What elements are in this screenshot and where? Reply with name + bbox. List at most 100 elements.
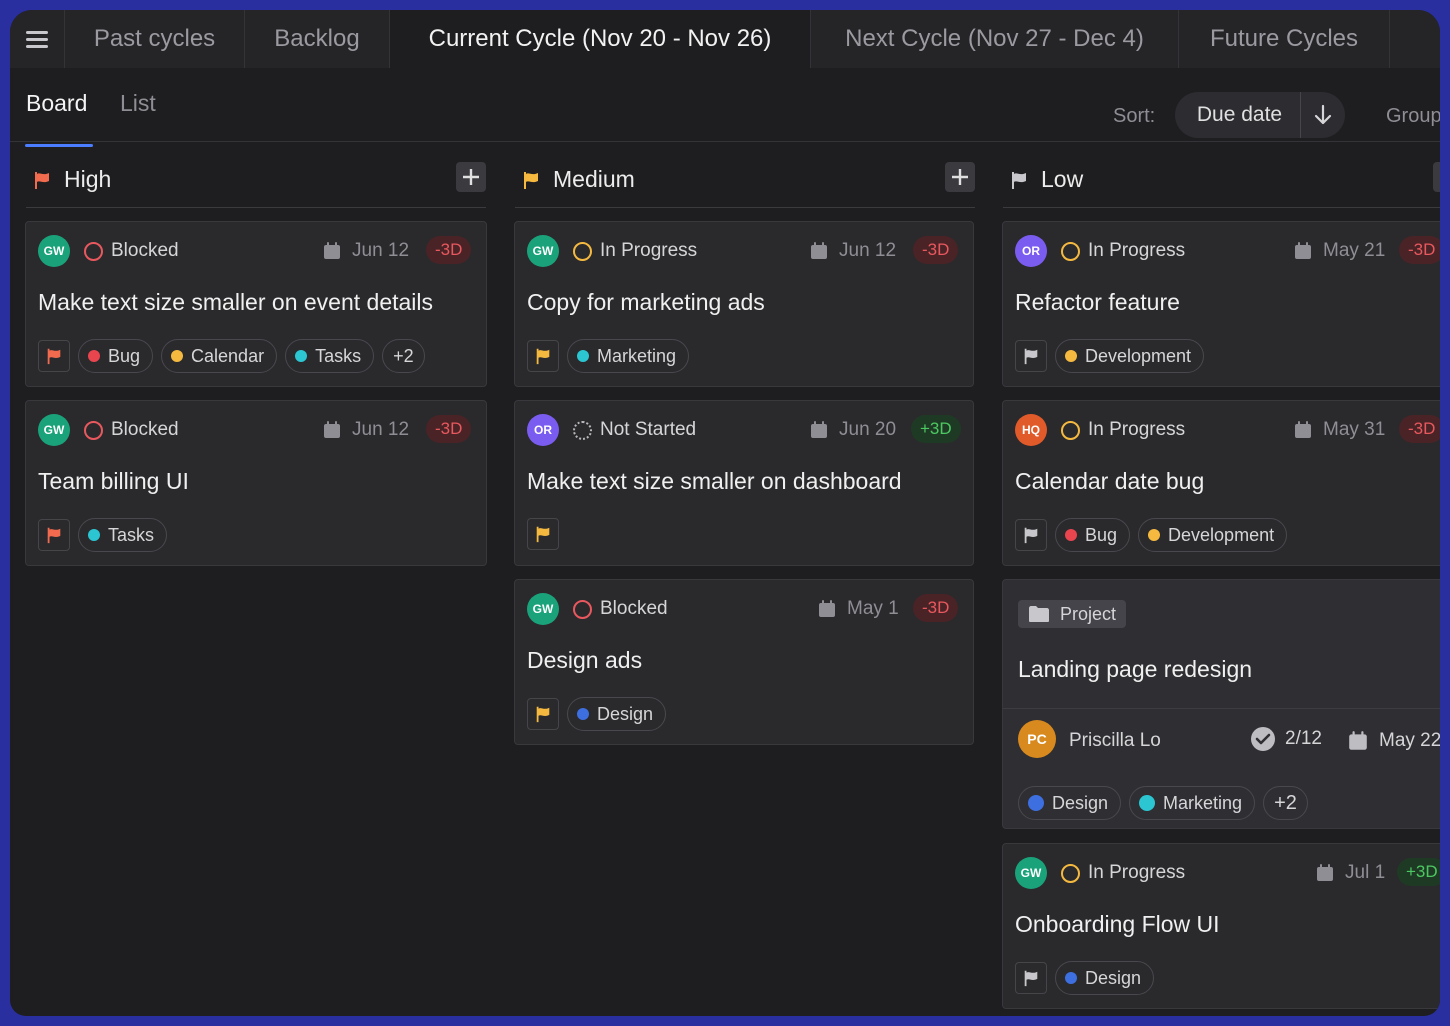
priority-button[interactable] <box>38 340 70 372</box>
cycle-tabs: Past cycles Backlog Current Cycle (Nov 2… <box>10 10 1440 68</box>
arrow-down-icon <box>1314 104 1332 125</box>
column-header-low: Low <box>1003 158 1440 208</box>
in-progress-icon <box>1061 420 1080 440</box>
sort-select[interactable]: Due date <box>1175 103 1300 127</box>
due-date-label: Jun 12 <box>352 419 410 440</box>
priority-button[interactable] <box>1015 340 1047 372</box>
check-circle-icon <box>1251 727 1275 751</box>
priority-button[interactable] <box>38 519 70 551</box>
task-card[interactable]: GW In Progress Jul 1 +3D Onboarding Flow… <box>1002 843 1440 1009</box>
due-date: May 21 <box>1293 240 1385 262</box>
task-card[interactable]: OR Not Started Jun 20 +3D Make text size… <box>514 400 974 566</box>
flag-icon <box>1022 526 1040 544</box>
status-label: In Progress <box>1088 419 1186 440</box>
avatar: GW <box>527 235 559 267</box>
card-title: Landing page redesign <box>1018 656 1253 682</box>
status-label: In Progress <box>1088 240 1186 261</box>
status: Blocked <box>84 419 179 441</box>
card-title: Make text size smaller on event details <box>38 289 434 315</box>
more-tags-button[interactable]: +2 <box>382 339 425 373</box>
add-card-button[interactable] <box>1433 162 1440 192</box>
owner-name: Priscilla Lo <box>1069 730 1161 751</box>
tag-marketing[interactable]: Marketing <box>1129 786 1256 820</box>
more-tags-button[interactable]: +2 <box>1263 786 1308 820</box>
column-header-medium: Medium <box>515 158 975 208</box>
avatar: GW <box>38 414 70 446</box>
tag-tasks[interactable]: Tasks <box>78 518 168 552</box>
card-tags: Design Marketing +2 <box>1018 786 1308 820</box>
task-card[interactable]: GW Blocked Jun 12 -3D Make text size sma… <box>25 221 487 387</box>
due-date: Jun 12 <box>322 419 409 441</box>
tag-design[interactable]: Design <box>1055 961 1155 995</box>
tag-marketing[interactable]: Marketing <box>567 339 690 373</box>
tag-development[interactable]: Development <box>1055 339 1205 373</box>
flag-icon <box>1022 347 1040 365</box>
status: Blocked <box>84 240 179 262</box>
flag-icon <box>32 170 52 190</box>
status-label: Blocked <box>111 419 179 440</box>
due-date-label: May 31 <box>1323 419 1386 440</box>
avatar: HQ <box>1015 414 1047 446</box>
sort-direction-button[interactable] <box>1301 104 1345 126</box>
tag-tasks[interactable]: Tasks <box>285 339 375 373</box>
task-card[interactable]: OR In Progress May 21 -3D Refactor featu… <box>1002 221 1440 387</box>
tab-future-cycles[interactable]: Future Cycles <box>1179 10 1390 68</box>
status-label: In Progress <box>600 240 698 261</box>
card-tags: Bug Development <box>1015 518 1288 552</box>
calendar-icon <box>1293 420 1313 440</box>
add-card-button[interactable] <box>456 162 486 192</box>
avatar: GW <box>38 235 70 267</box>
tab-current-cycle[interactable]: Current Cycle (Nov 20 - Nov 26) <box>390 10 811 68</box>
in-progress-icon <box>573 241 592 261</box>
due-date: May 22 <box>1347 730 1440 752</box>
calendar-icon <box>322 420 342 440</box>
calendar-icon <box>1315 863 1335 883</box>
hamburger-icon <box>26 31 48 48</box>
priority-button[interactable] <box>527 340 559 372</box>
priority-button[interactable] <box>527 698 559 730</box>
flag-icon <box>534 525 552 543</box>
avatar: OR <box>527 414 559 446</box>
task-card[interactable]: HQ In Progress May 31 -3D Calendar date … <box>1002 400 1440 566</box>
tag-development[interactable]: Development <box>1138 518 1288 552</box>
tag-bug[interactable]: Bug <box>78 339 154 373</box>
card-tags: Development <box>1015 339 1205 373</box>
menu-button[interactable] <box>10 10 65 68</box>
due-date: Jul 1 <box>1315 862 1385 884</box>
add-card-button[interactable] <box>945 162 975 192</box>
due-date: Jun 12 <box>809 240 896 262</box>
flag-icon <box>45 347 63 365</box>
view-tab-list[interactable]: List <box>120 90 156 117</box>
divider <box>1003 708 1440 709</box>
card-title: Calendar date bug <box>1015 468 1205 494</box>
priority-button[interactable] <box>1015 962 1047 994</box>
view-tab-board[interactable]: Board <box>26 90 87 117</box>
column-title: Low <box>1041 166 1084 192</box>
card-tags: Design <box>527 697 667 731</box>
tab-past-cycles[interactable]: Past cycles <box>65 10 245 68</box>
card-tags: Bug Calendar Tasks +2 <box>38 339 425 373</box>
overdue-badge: -3D <box>426 415 472 443</box>
due-date-label: May 22 <box>1379 730 1440 751</box>
task-card[interactable]: GW Blocked May 1 -3D Design ads Design <box>514 579 974 745</box>
calendar-icon <box>1293 241 1313 261</box>
tag-calendar[interactable]: Calendar <box>161 339 278 373</box>
column-title: Medium <box>553 166 635 192</box>
due-date: May 1 <box>817 598 899 620</box>
priority-button[interactable] <box>527 518 559 550</box>
priority-button[interactable] <box>1015 519 1047 551</box>
tag-design[interactable]: Design <box>1018 786 1122 820</box>
tab-backlog[interactable]: Backlog <box>245 10 390 68</box>
status-label: Blocked <box>600 598 668 619</box>
tag-design[interactable]: Design <box>567 697 667 731</box>
card-tags: Design <box>1015 961 1155 995</box>
group-label[interactable]: Group <box>1386 105 1440 128</box>
task-card[interactable]: GW In Progress Jun 12 -3D Copy for marke… <box>514 221 974 387</box>
task-card[interactable]: GW Blocked Jun 12 -3D Team billing UI Ta… <box>25 400 487 566</box>
flag-icon <box>534 347 552 365</box>
tag-bug[interactable]: Bug <box>1055 518 1131 552</box>
blocked-icon <box>84 420 103 440</box>
status: Not Started <box>573 419 696 441</box>
tab-next-cycle[interactable]: Next Cycle (Nov 27 - Dec 4) <box>811 10 1179 68</box>
project-card[interactable]: Project Landing page redesign PC Priscil… <box>1002 579 1440 829</box>
